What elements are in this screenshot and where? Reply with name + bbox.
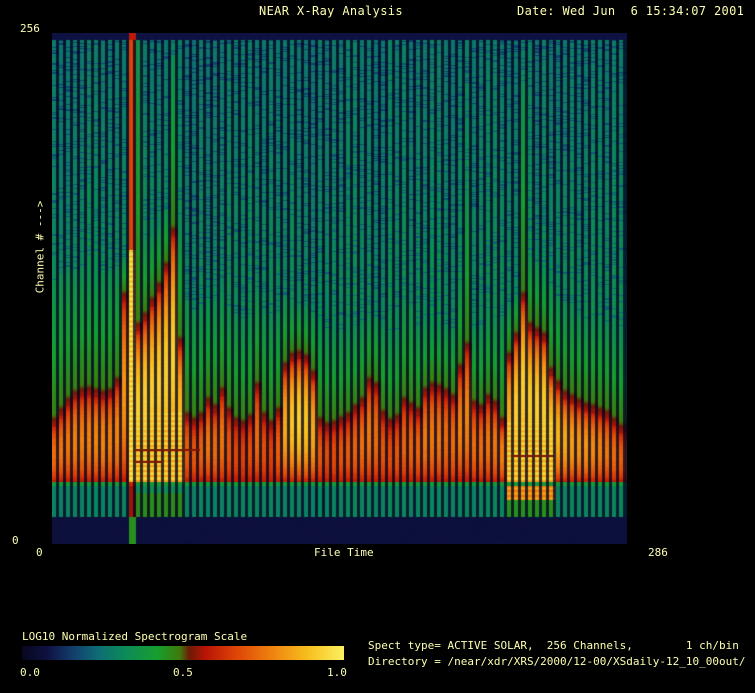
colorbar-gradient xyxy=(22,646,344,660)
colorbar-title: LOG10 Normalized Spectrogram Scale xyxy=(22,630,247,643)
spectrogram-canvas xyxy=(52,33,627,544)
y-axis-min-tick: 0 xyxy=(12,534,19,547)
x-axis-max-tick: 286 xyxy=(648,546,668,559)
y-axis-max-tick: 256 xyxy=(20,22,40,35)
x-axis-min-tick: 0 xyxy=(36,546,43,559)
page-title: NEAR X-Ray Analysis xyxy=(259,5,403,18)
app-window: NEAR X-Ray Analysis Date: Wed Jun 6 15:3… xyxy=(0,0,755,693)
directory-line: Directory = /near/xdr/XRS/2000/12-00/XSd… xyxy=(368,655,746,668)
y-axis-label: Channel # ---> xyxy=(34,201,47,294)
colorbar-tick-min: 0.0 xyxy=(20,666,40,679)
x-axis-label: File Time xyxy=(314,546,374,559)
colorbar-tick-mid: 0.5 xyxy=(173,666,193,679)
colorbar-tick-max: 1.0 xyxy=(327,666,347,679)
spect-type-line: Spect type= ACTIVE SOLAR, 256 Channels, … xyxy=(368,639,739,652)
date-label: Date: Wed Jun 6 15:34:07 2001 xyxy=(517,5,744,18)
